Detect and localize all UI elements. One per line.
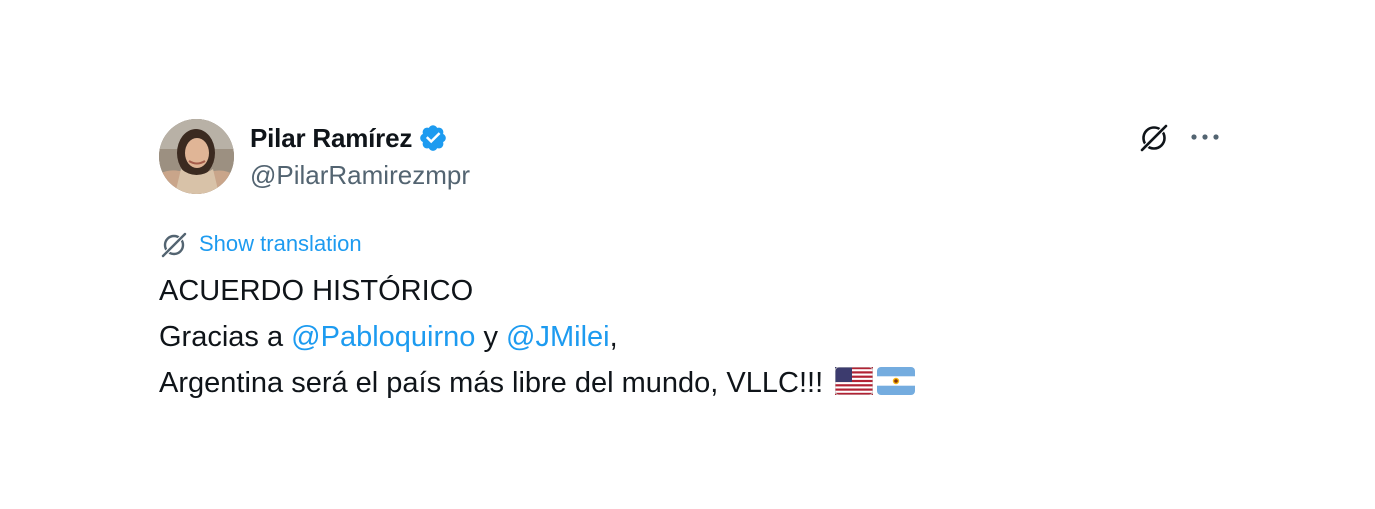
- text-y: y: [475, 321, 507, 353]
- tweet-text: ACUERDO HISTÓRICO Gracias a @Pabloquirno…: [159, 268, 1219, 406]
- tweet-line-2: Gracias a @Pabloquirno y @JMilei,: [159, 314, 1219, 360]
- text-argentina: Argentina será el país más libre del mun…: [159, 367, 832, 399]
- more-options-icon[interactable]: [1188, 124, 1222, 150]
- mention-pabloquirno[interactable]: @Pabloquirno: [291, 321, 475, 353]
- grok-icon[interactable]: [1137, 120, 1171, 154]
- tweet: Pilar Ramírez @PilarRamirezmpr Show tran…: [0, 0, 1375, 509]
- text-gracias: Gracias a: [159, 321, 292, 353]
- author-row: Pilar Ramírez: [250, 121, 448, 155]
- display-name[interactable]: Pilar Ramírez: [250, 123, 412, 154]
- avatar[interactable]: [159, 119, 234, 194]
- argentina-flag-icon: [877, 367, 916, 396]
- profile-photo: [159, 119, 234, 194]
- author-handle[interactable]: @PilarRamirezmpr: [250, 160, 470, 191]
- translate-icon[interactable]: [159, 229, 189, 259]
- mention-jmilei[interactable]: @JMilei: [506, 321, 610, 353]
- translate-row: Show translation: [159, 229, 362, 259]
- tweet-line-1: ACUERDO HISTÓRICO: [159, 275, 474, 307]
- text-comma: ,: [609, 321, 618, 353]
- show-translation-link[interactable]: Show translation: [199, 231, 362, 257]
- tweet-line-3: Argentina será el país más libre del mun…: [159, 360, 1219, 406]
- verified-badge-icon[interactable]: [418, 123, 448, 153]
- us-flag-icon: [835, 367, 874, 396]
